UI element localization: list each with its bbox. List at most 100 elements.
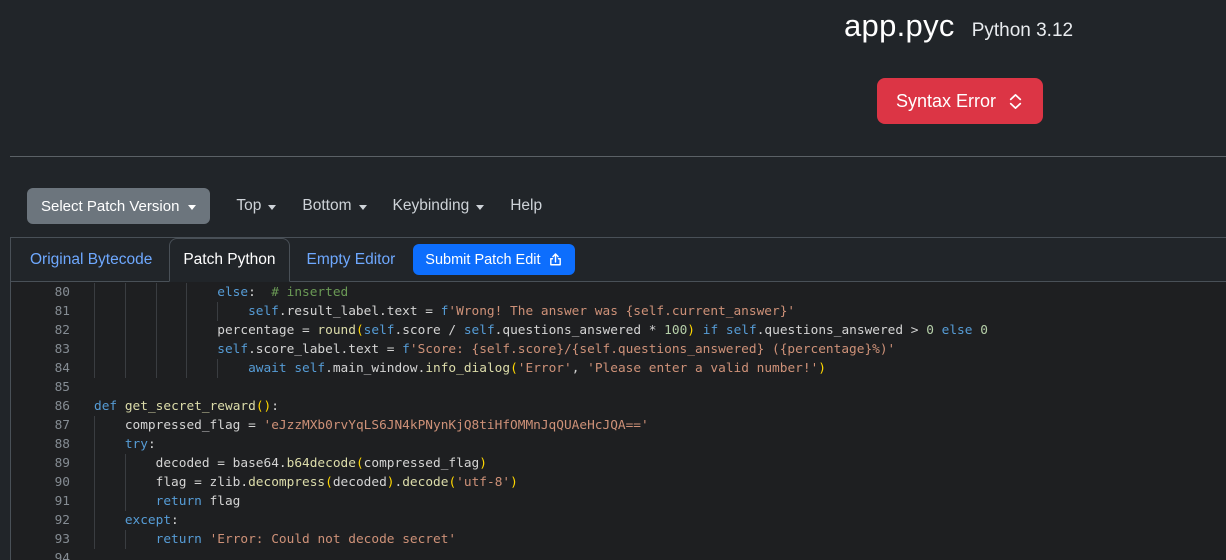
code-editor[interactable]: 80 else: # inserted 81 self.result_label.te… — [11, 282, 1226, 560]
code-line[interactable]: 94 — [11, 549, 1226, 560]
syntax-error-button[interactable]: Syntax Error — [877, 78, 1043, 124]
page-root: app.pyc Python 3.12 Syntax Error Select … — [0, 0, 1226, 560]
header-divider — [10, 156, 1226, 157]
indent-guide — [125, 473, 156, 492]
line-number: 84 — [11, 359, 70, 378]
line-number: 86 — [11, 397, 70, 416]
code-text: compressed_flag = 'eJzzMXb0rvYqLS6JN4kPN… — [94, 416, 649, 435]
line-number: 88 — [11, 435, 70, 454]
indent-guide — [156, 359, 187, 378]
python-version-label: Python 3.12 — [972, 20, 1073, 42]
code-line[interactable]: 84 await self.main_window.info_dialog('Er… — [11, 359, 1226, 378]
code-line[interactable]: 82 percentage = round(self.score / self.q… — [11, 321, 1226, 340]
line-number: 94 — [11, 549, 70, 560]
code-text: else: # inserted — [94, 283, 348, 302]
code-line[interactable]: 89 decoded = base64.b64decode(compressed_… — [11, 454, 1226, 473]
line-number: 90 — [11, 473, 70, 492]
menu-item-top[interactable]: Top — [236, 197, 276, 215]
line-number: 85 — [11, 378, 70, 397]
indent-guide — [125, 454, 156, 473]
indent-guide — [186, 321, 217, 340]
indent-guide — [217, 359, 248, 378]
code-text: await self.main_window.info_dialog('Erro… — [94, 359, 826, 378]
line-number: 89 — [11, 454, 70, 473]
code-line[interactable]: 88 try: — [11, 435, 1226, 454]
code-text: decoded = base64.b64decode(compressed_fl… — [94, 454, 487, 473]
code-text: self.score_label.text = f'Score: {self.s… — [94, 340, 895, 359]
menu-item-help[interactable]: Help — [510, 197, 542, 215]
indent-guide — [94, 359, 125, 378]
indent-guide — [186, 283, 217, 302]
tab-original-bytecode[interactable]: Original Bytecode — [13, 238, 169, 281]
indent-guide — [94, 435, 125, 454]
indent-guide — [125, 359, 156, 378]
indent-guide — [94, 530, 125, 549]
select-patch-version-button[interactable]: Select Patch Version — [27, 188, 210, 224]
caret-down-icon — [188, 205, 196, 210]
indent-guide — [94, 340, 125, 359]
code-text: return flag — [94, 492, 240, 511]
tab-empty-editor[interactable]: Empty Editor — [290, 238, 413, 281]
menu-item-keybinding[interactable]: Keybinding — [393, 197, 485, 215]
indent-guide — [186, 302, 217, 321]
code-text: return 'Error: Could not decode secret' — [94, 530, 456, 549]
indent-guide — [125, 321, 156, 340]
indent-guide — [94, 492, 125, 511]
chevron-expand-icon — [1007, 93, 1024, 110]
line-number: 87 — [11, 416, 70, 435]
code-line[interactable]: 91 return flag — [11, 492, 1226, 511]
line-number: 82 — [11, 321, 70, 340]
caret-down-icon — [268, 205, 276, 210]
indent-guide — [217, 302, 248, 321]
indent-guide — [94, 302, 125, 321]
submit-patch-edit-label: Submit Patch Edit — [425, 252, 540, 268]
line-number: 83 — [11, 340, 70, 359]
indent-guide — [94, 454, 125, 473]
line-number: 91 — [11, 492, 70, 511]
upload-icon — [548, 252, 563, 267]
menu-item-bottom[interactable]: Bottom — [302, 197, 366, 215]
code-line[interactable]: 86 def get_secret_reward(): — [11, 397, 1226, 416]
indent-guide — [156, 283, 187, 302]
line-number: 81 — [11, 302, 70, 321]
line-number: 80 — [11, 283, 70, 302]
indent-guide — [94, 416, 125, 435]
code-line[interactable]: 93 return 'Error: Could not decode secret… — [11, 530, 1226, 549]
indent-guide — [94, 283, 125, 302]
submit-patch-edit-button[interactable]: Submit Patch Edit — [413, 244, 574, 275]
indent-guide — [94, 321, 125, 340]
indent-guide — [125, 283, 156, 302]
code-line[interactable]: 80 else: # inserted — [11, 283, 1226, 302]
code-line[interactable]: 90 flag = zlib.decompress(decoded).decode… — [11, 473, 1226, 492]
code-line[interactable]: 87 compressed_flag = 'eJzzMXb0rvYqLS6JN4k… — [11, 416, 1226, 435]
code-line[interactable]: 85 — [11, 378, 1226, 397]
code-text: percentage = round(self.score / self.que… — [94, 321, 988, 340]
caret-down-icon — [359, 205, 367, 210]
toolbar: Select Patch Version Top Bottom Keybindi… — [27, 188, 542, 224]
tab-bar: Original Bytecode Patch Python Empty Edi… — [11, 238, 1226, 282]
indent-guide — [186, 359, 217, 378]
code-line[interactable]: 81 self.result_label.text = f'Wrong! The … — [11, 302, 1226, 321]
indent-guide — [186, 340, 217, 359]
editor-card: Original Bytecode Patch Python Empty Edi… — [10, 237, 1226, 560]
code-text: def get_secret_reward(): — [94, 397, 279, 416]
indent-guide — [125, 302, 156, 321]
code-text: except: — [94, 511, 179, 530]
code-line[interactable]: 83 self.score_label.text = f'Score: {self… — [11, 340, 1226, 359]
indent-guide — [156, 321, 187, 340]
code-text: flag = zlib.decompress(decoded).decode('… — [94, 473, 518, 492]
file-title: app.pyc — [844, 8, 955, 44]
code-line[interactable]: 92except: — [11, 511, 1226, 530]
caret-down-icon — [476, 205, 484, 210]
indent-guide — [125, 340, 156, 359]
line-number: 93 — [11, 530, 70, 549]
indent-guide — [94, 473, 125, 492]
tab-patch-python[interactable]: Patch Python — [169, 238, 289, 282]
syntax-error-label: Syntax Error — [896, 91, 996, 112]
header-title-row: app.pyc Python 3.12 — [844, 8, 1073, 44]
code-text: try: — [94, 435, 156, 454]
indent-guide — [156, 340, 187, 359]
indent-guide — [125, 530, 156, 549]
code-text: self.result_label.text = f'Wrong! The an… — [94, 302, 795, 321]
select-patch-version-label: Select Patch Version — [41, 198, 179, 215]
